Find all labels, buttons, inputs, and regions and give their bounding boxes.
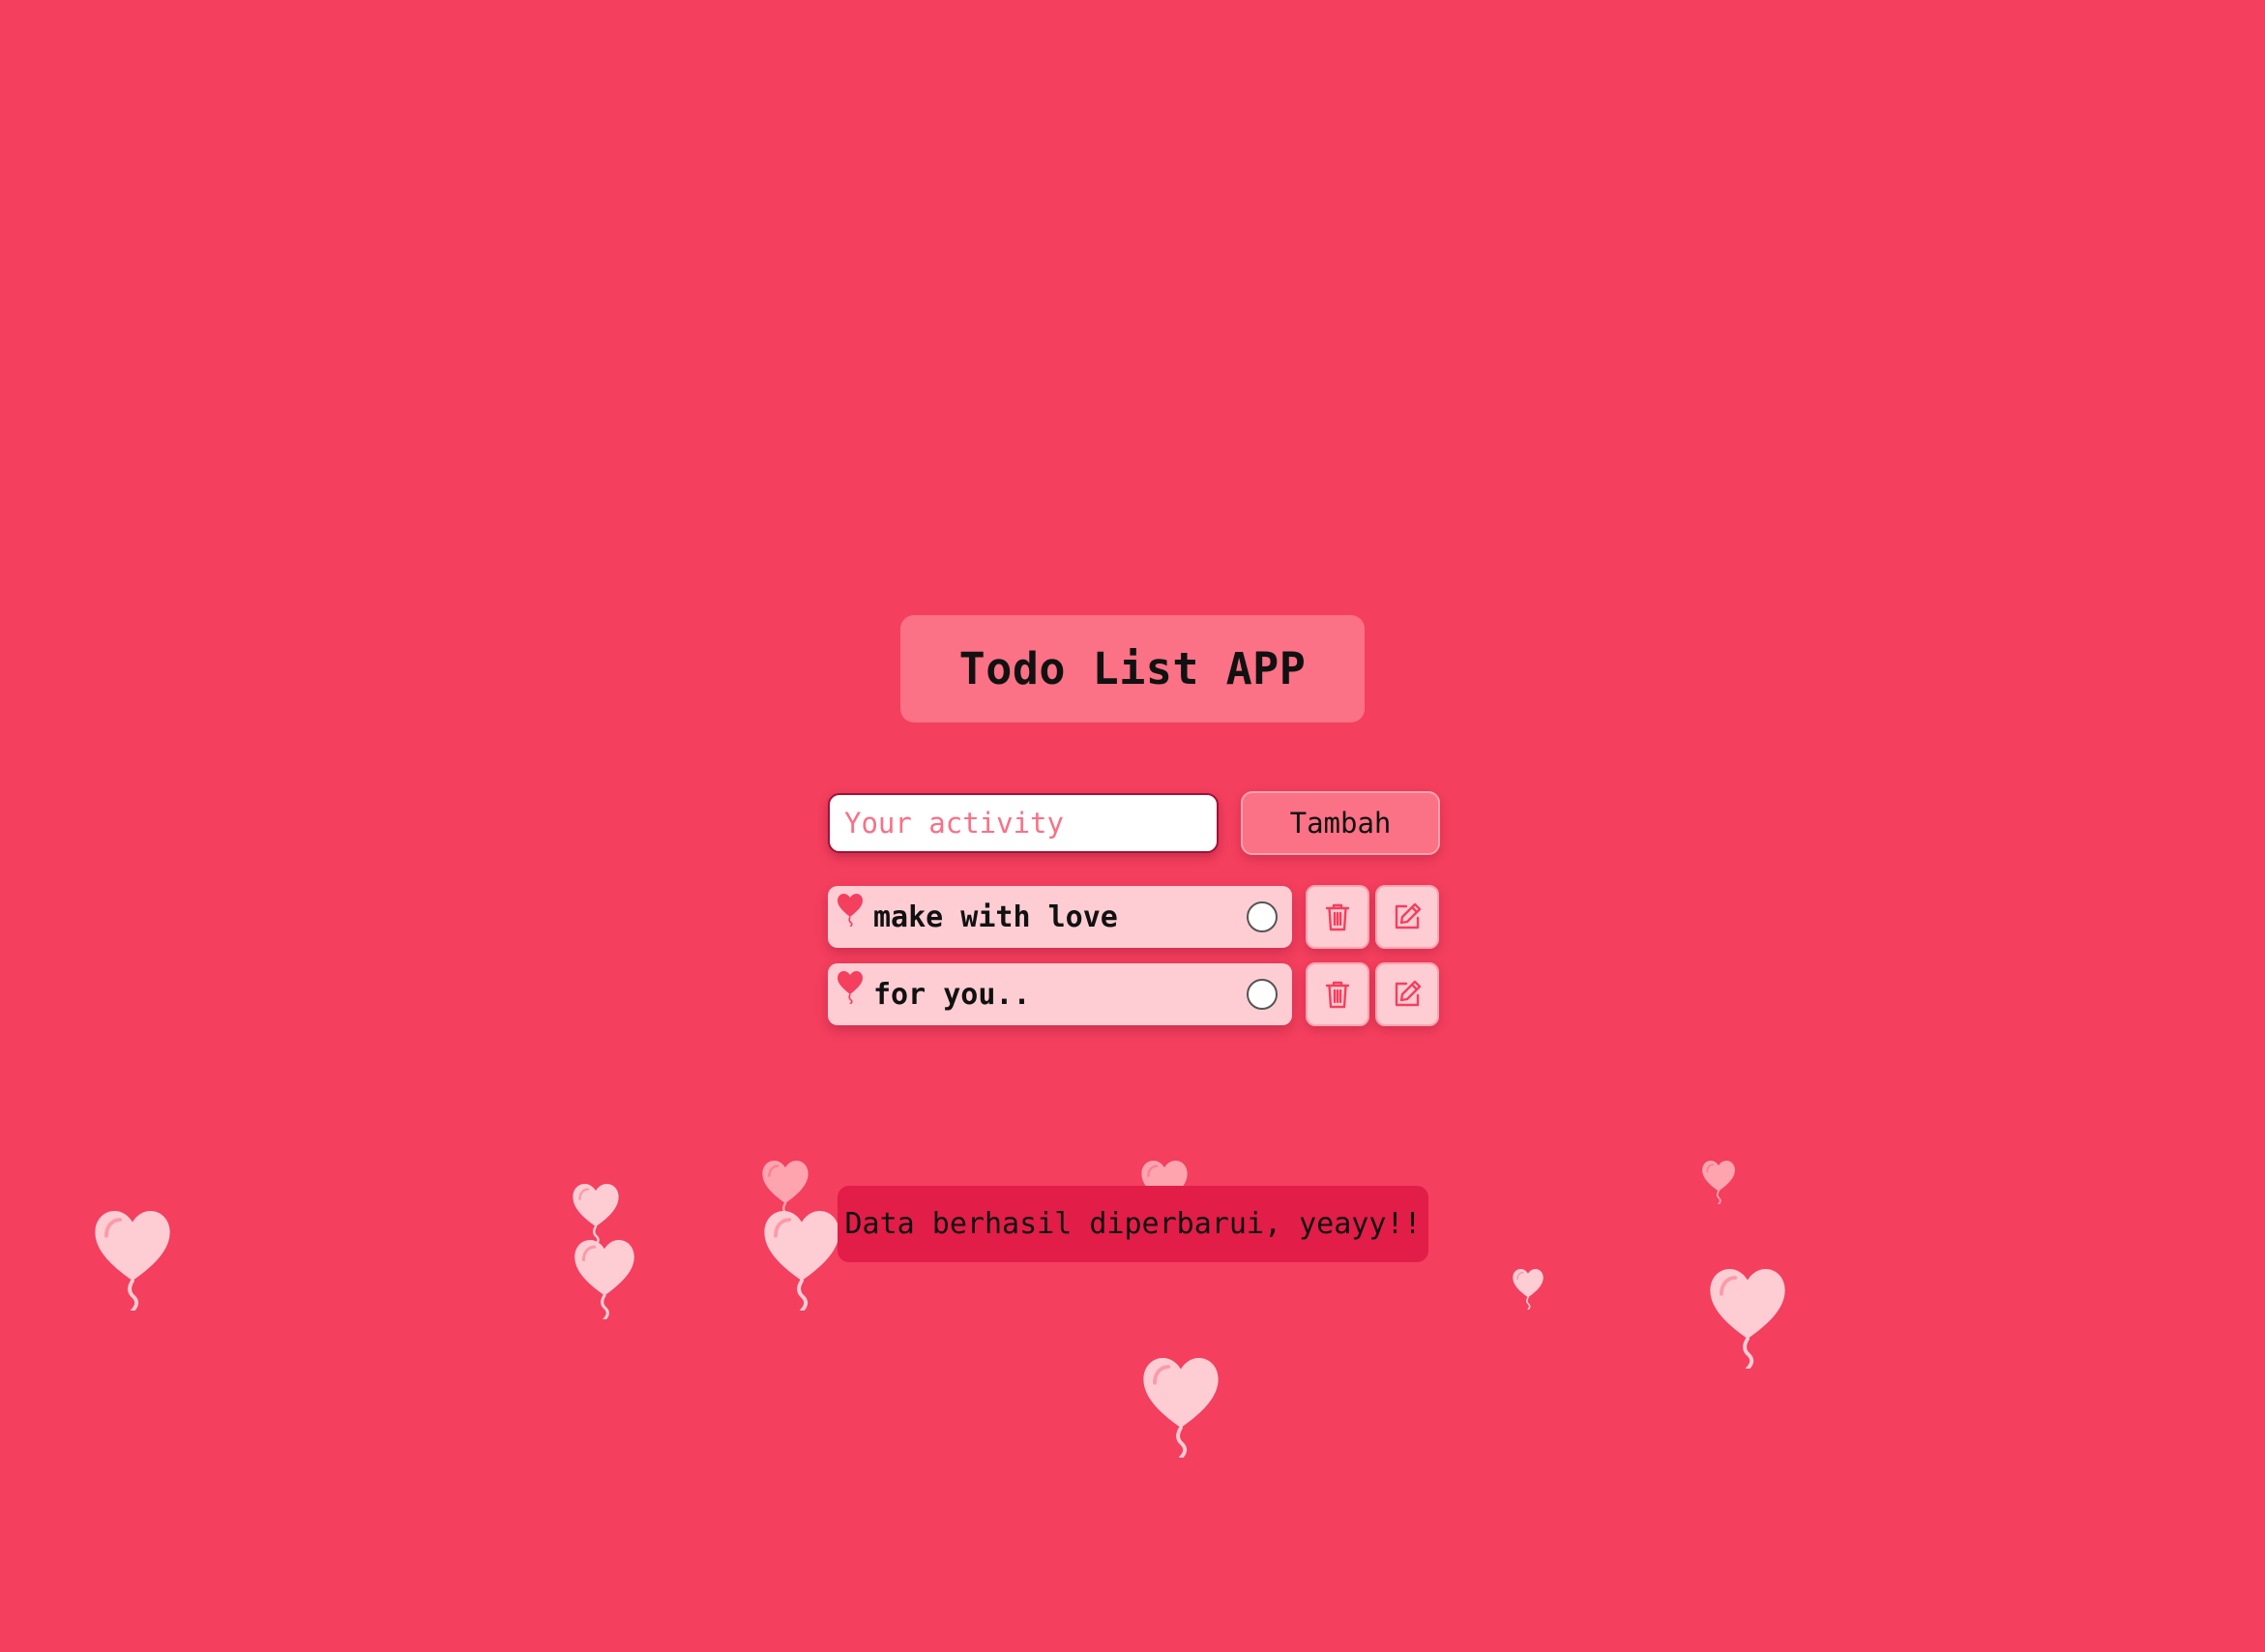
edit-icon xyxy=(1395,902,1422,929)
edit-icon xyxy=(1395,980,1422,1007)
heart-balloon-icon xyxy=(838,894,863,927)
heart-balloon-icon xyxy=(1143,1358,1219,1458)
delete-button[interactable] xyxy=(1306,885,1369,949)
todo-item: for you.. xyxy=(828,963,1292,1025)
edit-button[interactable] xyxy=(1375,885,1439,949)
activity-input[interactable] xyxy=(828,793,1219,853)
heart-balloon-icon xyxy=(1710,1269,1785,1369)
page-title: Todo List APP xyxy=(958,643,1307,694)
heart-balloon-icon xyxy=(574,1240,634,1319)
add-button[interactable]: Tambah xyxy=(1241,791,1440,855)
edit-button[interactable] xyxy=(1375,962,1439,1026)
app-title-card: Todo List APP xyxy=(900,615,1365,723)
heart-balloon-icon xyxy=(1513,1269,1544,1310)
trash-icon xyxy=(1325,981,1350,1009)
todo-text: for you.. xyxy=(873,977,1031,1012)
toast-notification: Data berhasil diperbarui, yeayy!! xyxy=(838,1186,1428,1262)
heart-balloon-icon xyxy=(95,1211,170,1311)
heart-balloon-icon xyxy=(573,1184,619,1245)
todo-item: make with love xyxy=(828,886,1292,948)
trash-icon xyxy=(1325,903,1350,931)
heart-balloon-icon xyxy=(1702,1161,1735,1204)
todo-text: make with love xyxy=(873,900,1118,934)
delete-button[interactable] xyxy=(1306,962,1369,1026)
heart-balloon-icon xyxy=(764,1211,839,1311)
todo-checkbox[interactable] xyxy=(1247,979,1278,1010)
todo-checkbox[interactable] xyxy=(1247,901,1278,932)
heart-balloon-icon xyxy=(838,971,863,1004)
